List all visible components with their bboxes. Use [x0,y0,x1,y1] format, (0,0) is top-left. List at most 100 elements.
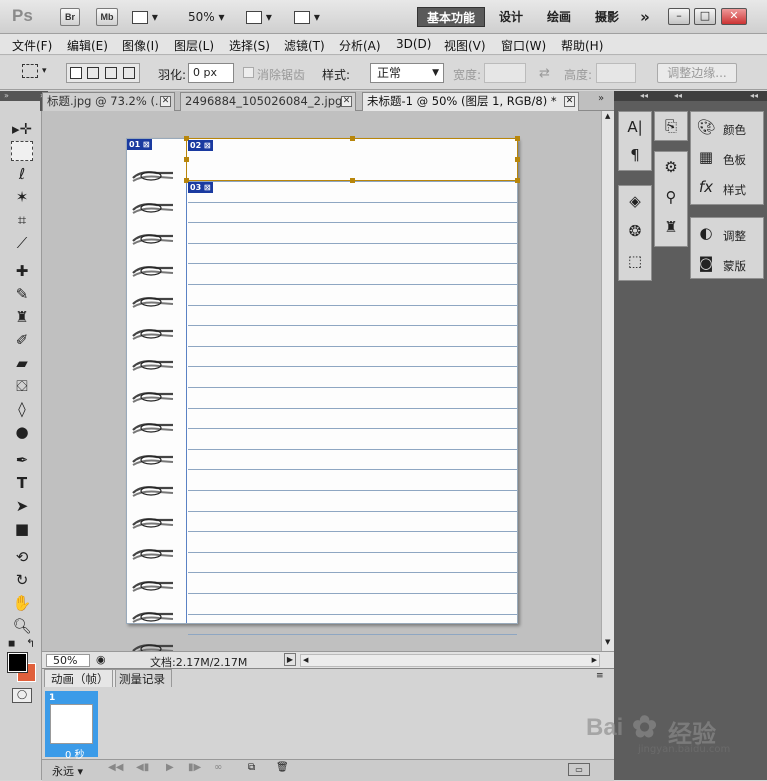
paths-icon[interactable]: ⬚ [624,250,646,272]
foreground-color-swatch[interactable] [7,652,28,673]
menu-help[interactable]: 帮助(H) [561,37,603,54]
paint-bucket-tool-icon[interactable]: ⛋ [11,376,33,396]
menu-3d[interactable]: 3D(D) [396,37,431,51]
crop-tool-icon[interactable]: ⌗ [11,210,33,230]
status-menu-icon[interactable]: ◉ [96,653,106,666]
collapse-icon[interactable]: ◂◂ [750,91,758,101]
next-frame-icon[interactable]: ▮▶ [188,762,201,773]
rectangular-marquee-tool-icon[interactable] [11,141,33,161]
panel-collapse-icon[interactable]: » [0,91,42,101]
workspace-essentials[interactable]: 基本功能 [417,7,485,27]
default-colors-icon[interactable]: ◼ [8,639,15,649]
tabs-overflow-icon[interactable]: » [598,93,604,104]
quick-mask-icon[interactable]: ◯ [12,688,32,703]
minimize-button[interactable]: – [668,8,690,25]
feather-input[interactable]: 0 px [188,63,234,83]
resize-handle[interactable] [350,178,355,183]
play-icon[interactable]: ▶ [166,762,174,773]
more-workspaces-button[interactable]: » [634,7,656,27]
zoom-level-dropdown[interactable]: 50% ▾ [188,6,225,28]
scroll-down-icon[interactable]: ▼ [605,638,610,646]
screen-mode-dropdown[interactable]: ▾ [294,6,320,28]
subtract-selection-icon[interactable] [105,67,117,79]
bridge-button[interactable]: Br [60,8,80,26]
spot-healing-tool-icon[interactable]: ✚ [11,261,33,281]
extras-dropdown[interactable]: ▾ [132,6,158,28]
clone-source-icon[interactable]: ♜ [660,216,682,238]
path-selection-tool-icon[interactable]: ➤ [11,496,33,516]
3d-rotate-tool-icon[interactable]: ⟲ [11,547,33,567]
history-icon[interactable]: ⎘ [660,115,682,137]
3d-orbit-tool-icon[interactable]: ↻ [11,570,33,590]
resize-handle[interactable] [515,136,520,141]
menu-window[interactable]: 窗口(W) [501,37,546,54]
tab-document-3[interactable]: 未标题-1 @ 50% (图层 1, RGB/8) * ✕ [362,92,579,111]
menu-select[interactable]: 选择(S) [229,37,270,54]
scroll-up-icon[interactable]: ▲ [605,112,610,120]
close-button[interactable]: ✕ [721,8,747,25]
menu-image[interactable]: 图像(I) [122,37,159,54]
menu-view[interactable]: 视图(V) [444,37,486,54]
tab-document-1[interactable]: 标题.jpg @ 73.2% (... ✕ [42,92,175,111]
selection-marquee[interactable] [184,136,520,183]
styles-icon[interactable]: fx [695,176,717,198]
rectangle-shape-tool-icon[interactable]: ■ [11,519,33,539]
adjustments-panel-label[interactable]: 调整 [723,228,746,244]
workspace-painting[interactable]: 绘画 [541,7,577,27]
style-select[interactable]: 正常 ▼ [370,63,444,83]
menu-filter[interactable]: 滤镜(T) [284,37,325,54]
vertical-scrollbar[interactable]: ▲ ▼ [601,111,614,651]
clone-stamp-tool-icon[interactable]: ♜ [11,307,33,327]
menu-edit[interactable]: 编辑(E) [67,37,108,54]
move-tool-icon[interactable]: ▸✛ [11,119,33,139]
zoom-tool-icon[interactable]: 🔍︎ [11,616,33,636]
tween-icon[interactable]: ∞ [214,762,222,773]
pen-tool-icon[interactable]: ✒ [11,450,33,470]
tab-measurement-log[interactable]: 测量记录 [112,669,172,687]
height-input[interactable] [596,63,636,83]
resize-handle[interactable] [350,136,355,141]
collapse-icon[interactable]: ◂◂ [674,91,682,101]
tab-close-icon[interactable]: ✕ [341,96,352,107]
adjustments-icon[interactable]: ◐ [695,222,717,244]
canvas-area[interactable]: 01 ⊠ 02 ⊠ 03 ⊠ [42,111,601,655]
resize-handle[interactable] [515,157,520,162]
workspace-design[interactable]: 设计 [493,7,529,27]
styles-panel-label[interactable]: 样式 [723,182,746,198]
maximize-button[interactable]: □ [694,8,716,25]
lasso-tool-icon[interactable]: ℓ [11,164,33,184]
tab-document-2[interactable]: 2496884_105026084_2.jpg ✕ [180,92,356,111]
scroll-right-icon[interactable]: ▶ [592,656,597,664]
channels-icon[interactable]: ❂ [624,220,646,242]
resize-handle[interactable] [515,178,520,183]
layers-icon[interactable]: ◈ [624,190,646,212]
animation-frame[interactable]: 1 0 秒 [45,691,98,761]
add-selection-icon[interactable] [87,67,99,79]
swatches-panel-label[interactable]: 色板 [723,152,746,168]
swatches-icon[interactable]: ▦ [695,146,717,168]
history-brush-tool-icon[interactable]: ✐ [11,330,33,350]
tab-close-icon[interactable]: ✕ [160,96,171,107]
document-canvas[interactable]: 01 ⊠ 02 ⊠ 03 ⊠ [126,136,520,655]
zoom-field[interactable]: 50% [46,654,90,667]
blur-tool-icon[interactable]: ◊ [11,399,33,419]
minibridge-button[interactable]: Mb [96,8,118,26]
dodge-tool-icon[interactable]: ● [11,422,33,442]
previous-frame-icon[interactable]: ◀▮ [136,762,149,773]
hand-tool-icon[interactable]: ✋ [11,593,33,613]
collapse-icon[interactable]: ◂◂ [640,91,648,101]
antialias-checkbox[interactable] [243,67,254,78]
intersect-selection-icon[interactable] [123,67,135,79]
type-tool-icon[interactable]: T [11,473,33,493]
status-arrow-icon[interactable]: ▶ [284,653,296,666]
width-input[interactable] [484,63,526,83]
swap-colors-icon[interactable]: ↰ [26,637,35,650]
masks-panel-label[interactable]: 蒙版 [723,258,746,274]
color-panel-label[interactable]: 颜色 [723,122,746,138]
scroll-left-icon[interactable]: ◀ [303,656,308,664]
menu-file[interactable]: 文件(F) [12,37,52,54]
menu-layer[interactable]: 图层(L) [174,37,214,54]
brush-tool-icon[interactable]: ✎ [11,284,33,304]
eyedropper-tool-icon[interactable]: ⟋ [11,233,33,253]
horizontal-scrollbar[interactable]: ◀ ▶ [300,654,600,667]
